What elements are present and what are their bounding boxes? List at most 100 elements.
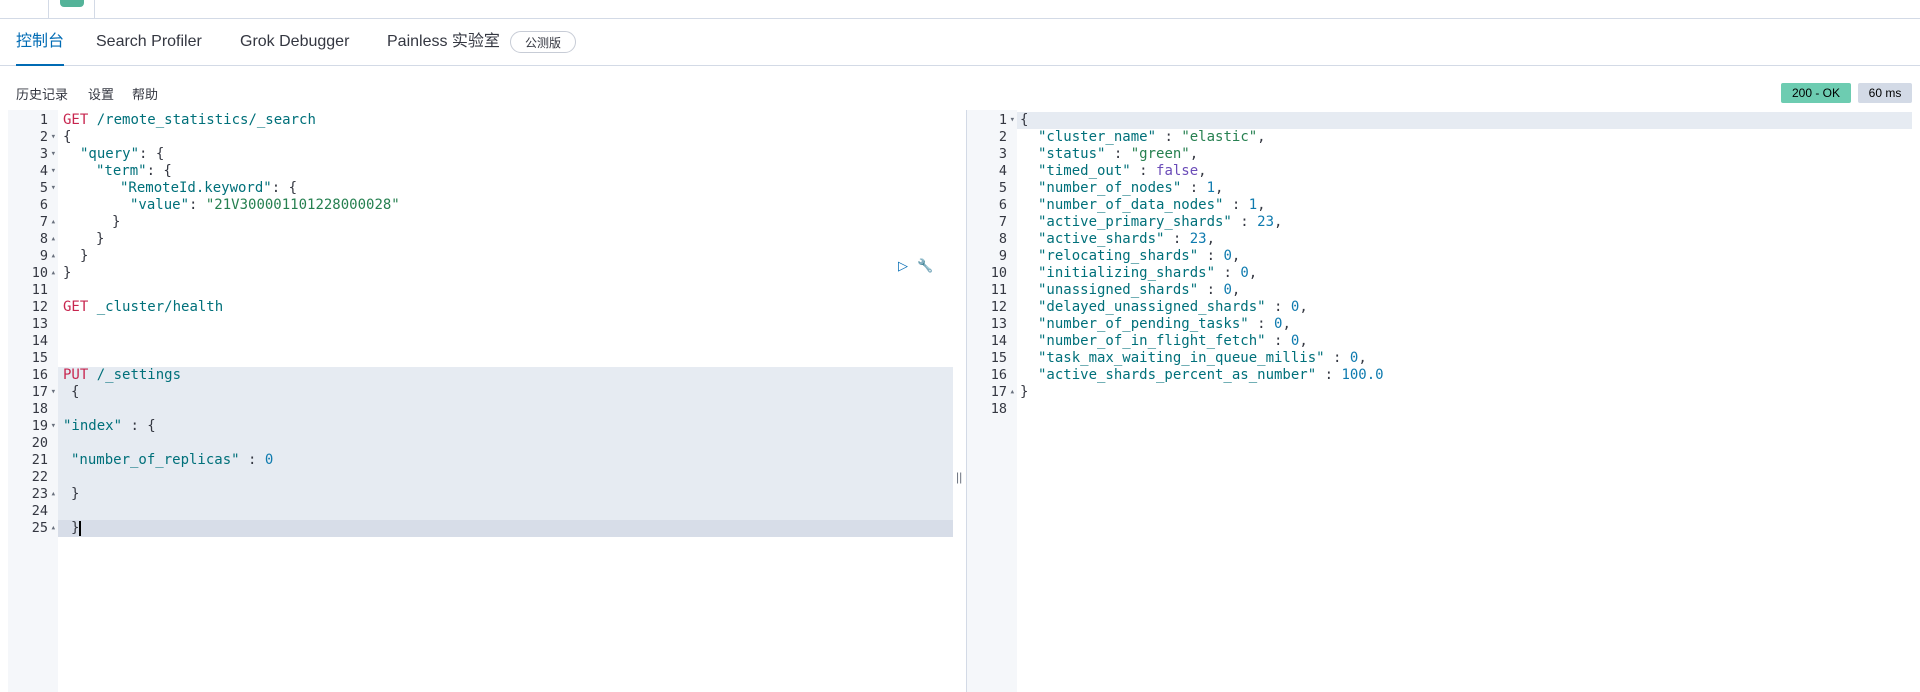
json-punct: , [1257,197,1266,213]
line-number: 17 ▴ [967,384,1017,401]
line-number: 7 ▴ [8,214,58,231]
line-number-text: 13 [31,316,48,332]
line-number: 23 ▴ [8,486,58,503]
line-number: 7 [967,214,1017,231]
line-number: 24 [8,503,58,520]
fold-caret-down-icon[interactable]: ▾ [51,418,56,435]
json-key: "active_shards_percent_as_number" [1038,367,1317,383]
json-punct: , [1248,265,1258,281]
fold-caret-up-icon[interactable]: ▴ [51,231,56,248]
line-number-text: 9 [998,248,1007,264]
fold-caret-up-icon[interactable]: ▴ [51,265,56,282]
line-number-text: 5 [998,180,1007,196]
json-key: "number_of_data_nodes" [1038,197,1224,213]
active-line-highlight [8,520,953,537]
line-number-text: 8 [998,231,1007,247]
line-number: 17 ▾ [8,384,58,401]
line-number-text: 6 [998,197,1007,213]
line-number: 16 [967,367,1017,384]
request-editor[interactable]: 1 2 ▾ 3 ▾ 4 ▾ 5 ▾ 6 7 ▴ 8 ▴ 9 ▴ 10 ▴ 11 12 13 14 15 16 17 ▾ 18 19 ▾ 2… [8,110,953,692]
fold-caret-down-icon[interactable]: ▾ [51,384,56,401]
fold-caret-down-icon[interactable]: ▾ [51,163,56,180]
json-punct: , [1189,146,1199,162]
line-number-text: 24 [31,503,48,519]
response-field: "delayed_unassigned_shards" : 0, [1038,299,1308,316]
fold-caret-up-icon[interactable]: ▴ [51,214,56,231]
request-url: _cluster/health [96,299,224,315]
line-number: 22 [8,469,58,486]
wrench-icon[interactable]: 🔧 [917,258,933,274]
request-time-badge: 60 ms [1858,83,1912,103]
request-url: /remote_statistics/_search [96,112,316,128]
response-field: "active_shards_percent_as_number" : 100.… [1038,367,1384,384]
line-number-text: 1 [39,112,48,128]
line-number-text: 4 [39,163,48,179]
settings-link[interactable]: 设置 [88,84,114,103]
line-number: 8 ▴ [8,231,58,248]
response-field: "unassigned_shards" : 0, [1038,282,1240,299]
history-link[interactable]: 历史记录 [16,84,68,103]
json-punct: , [1231,282,1241,298]
response-field: "cluster_name" : "elastic", [1038,129,1266,146]
fold-caret-up-icon[interactable]: ▴ [51,520,56,537]
line-number: 18 [8,401,58,418]
code-line: } [71,520,82,537]
help-link[interactable]: 帮助 [132,84,158,103]
line-number-text: 10 [31,265,48,281]
line-number-text: 8 [39,231,48,247]
tab-painless-lab[interactable]: Painless 实验室 [387,19,500,65]
line-number-text: 17 [990,384,1007,400]
json-value: "green" [1130,146,1190,162]
fold-caret-up-icon[interactable]: ▴ [51,248,56,265]
line-number: 10 [967,265,1017,282]
json-punct: : [1316,367,1342,383]
json-value: 100.0 [1341,367,1384,383]
line-number: 4 ▾ [8,163,58,180]
line-number: 12 [8,299,58,316]
json-punct: : [239,452,265,468]
json-punct: , [1231,248,1241,264]
beta-badge: 公测版 [510,31,577,53]
json-punct: } [71,520,80,536]
json-punct: : [1324,350,1350,366]
line-number-text: 13 [990,316,1007,332]
line-number-text: 11 [990,282,1007,298]
tab-search-profiler[interactable]: Search Profiler [96,19,202,65]
json-punct: : { [271,180,298,196]
fold-caret-up-icon[interactable]: ▴ [1010,384,1015,401]
json-string: "21V300001101228000028" [205,197,400,213]
line-number: 9 [967,248,1017,265]
fold-caret-up-icon[interactable]: ▴ [51,486,56,503]
resize-handle-icon[interactable]: || [956,470,962,484]
line-number: 15 [967,350,1017,367]
line-number-text: 7 [998,214,1007,230]
json-key: "number_of_in_flight_fetch" [1038,333,1266,349]
line-number: 15 [8,350,58,367]
fold-caret-down-icon[interactable]: ▾ [1010,112,1015,129]
fold-caret-down-icon[interactable]: ▾ [51,180,56,197]
line-number: 6 [8,197,58,214]
json-punct: : [1164,231,1190,247]
line-number-text: 14 [31,333,48,349]
fold-caret-down-icon[interactable]: ▾ [51,129,56,146]
json-key: "query" [80,146,140,162]
line-number: 13 [8,316,58,333]
line-number-text: 2 [39,129,48,145]
app-logo-icon[interactable] [60,0,84,7]
code-line: } [112,214,121,230]
line-number-text: 5 [39,180,48,196]
run-request-icon[interactable]: ▷ [895,258,911,274]
fold-caret-down-icon[interactable]: ▾ [51,146,56,163]
json-value: 0 [1223,282,1232,298]
panel-resizer[interactable]: || [954,110,966,692]
json-punct: : [1105,146,1131,162]
response-field: "number_of_in_flight_fetch" : 0, [1038,333,1308,350]
response-editor[interactable]: 1 ▾ 2 3 4 5 6 7 8 9 10 11 12 13 14 15 16 17 ▴ 18 { "cluster… [967,110,1912,692]
tab-console[interactable]: 控制台 [16,19,65,66]
tab-grok-debugger[interactable]: Grok Debugger [240,19,349,65]
line-number: 16 [8,367,58,384]
json-punct: : { [146,163,172,179]
json-key: "number_of_replicas" [71,452,240,468]
response-field: "relocating_shards" : 0, [1038,248,1240,265]
dev-tools-tabs: 控制台 Search Profiler Grok Debugger Painle… [0,19,1920,66]
